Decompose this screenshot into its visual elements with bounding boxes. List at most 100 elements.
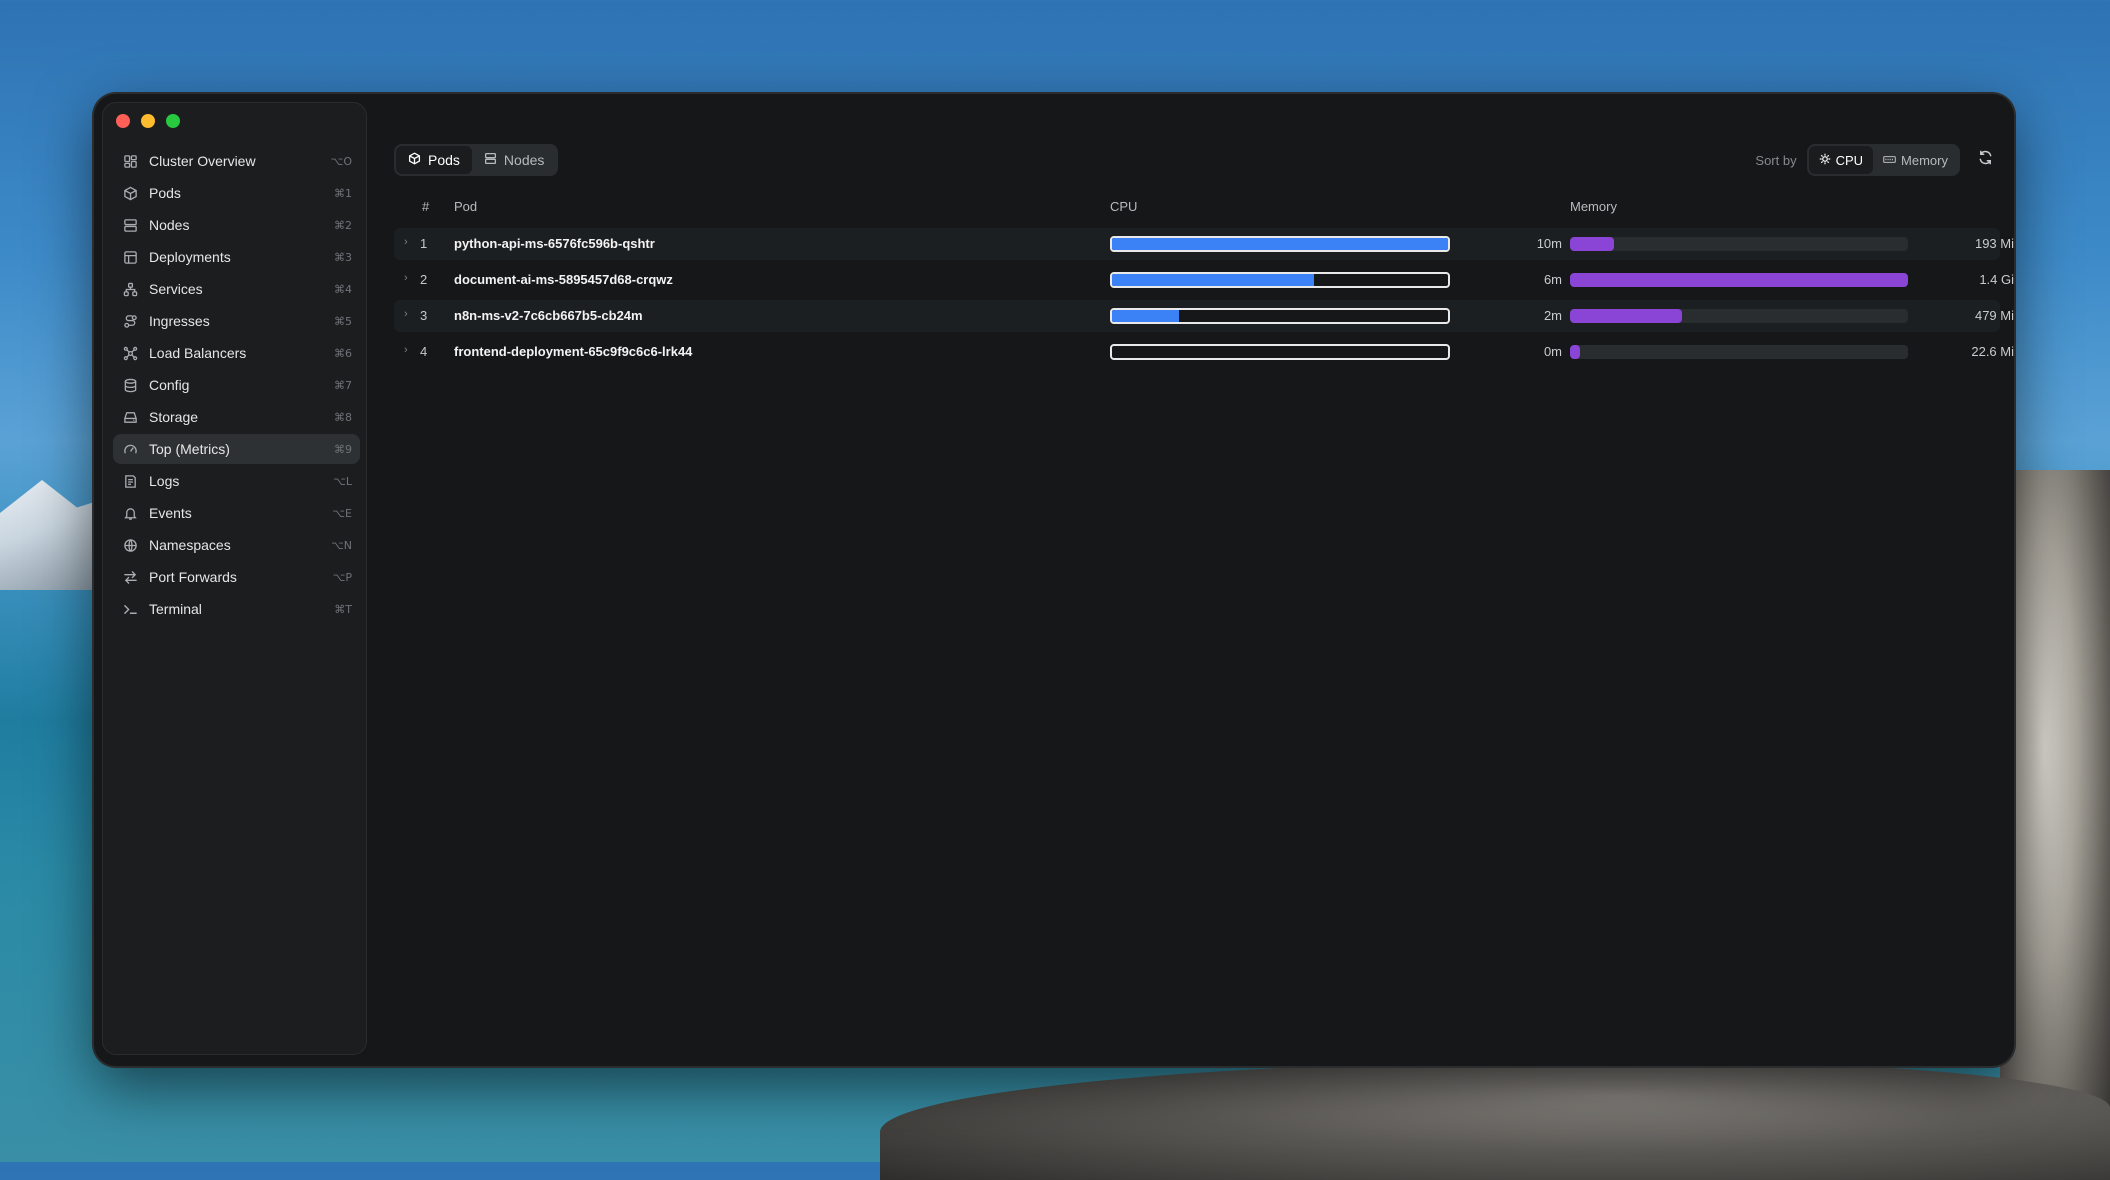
memory-value: 479 Mi: [1974, 308, 2014, 323]
shortcut-hint: ⌘5: [334, 314, 352, 328]
sidebar-item-label: Deployments: [149, 249, 231, 265]
app-window: Cluster Overview ⌥O Pods ⌘1 Nodes ⌘2 Deploymen…: [94, 94, 2014, 1066]
main-panel: Pods Nodes Sort by CPU Memory # Pod CPU …: [394, 144, 2014, 1066]
pod-table-body: › 1 python-api-ms-6576fc596b-qshtr 10m 193 M…: [394, 228, 2014, 372]
shortcut-hint: ⌘2: [334, 218, 352, 232]
memory-bar: [1570, 237, 1908, 251]
table-header: # Pod CPU Memory: [394, 192, 2000, 222]
sidebar-item-label: Pods: [149, 185, 181, 201]
sidebar-item-logs[interactable]: Logs ⌥L: [113, 466, 360, 496]
col-pod-header[interactable]: Pod: [454, 199, 477, 214]
sidebar-item-nodes[interactable]: Nodes ⌘2: [113, 210, 360, 240]
cube-icon: [408, 152, 421, 168]
chevron-right-icon[interactable]: ›: [404, 236, 408, 248]
sidebar-item-label: Nodes: [149, 217, 190, 233]
refresh-button[interactable]: [1970, 145, 2000, 175]
sidebar-item-label: Storage: [149, 409, 199, 425]
sidebar: Cluster Overview ⌥O Pods ⌘1 Nodes ⌘2 Deploymen…: [102, 102, 367, 1055]
chevron-right-icon[interactable]: ›: [404, 308, 408, 320]
server-icon: [121, 216, 139, 234]
shortcut-hint: ⌘3: [334, 250, 352, 264]
memory-bar-fill: [1570, 237, 1614, 251]
sort-toggle: CPU Memory: [1806, 144, 1960, 176]
pod-name: frontend-deployment-65c9f9c6c6-lrk44: [454, 344, 693, 359]
shortcut-hint: ⌥O: [330, 154, 352, 168]
row-number: 2: [420, 272, 428, 287]
cpu-bar-fill: [1112, 274, 1314, 286]
sidebar-item-events[interactable]: Events ⌥E: [113, 498, 360, 528]
nodes-tab[interactable]: Nodes: [472, 146, 556, 174]
sort-memory-label: Memory: [1901, 152, 1948, 168]
sidebar-item-label: Config: [149, 377, 190, 393]
cpu-bar-fill: [1112, 238, 1448, 250]
sidebar-item-terminal[interactable]: Terminal ⌘T: [113, 594, 360, 624]
sidebar-item-label: Logs: [149, 473, 180, 489]
sidebar-item-config[interactable]: Config ⌘7: [113, 370, 360, 400]
minimize-window-button[interactable]: [141, 114, 155, 128]
shortcut-hint: ⌘9: [334, 442, 352, 456]
sidebar-item-top-metrics[interactable]: Top (Metrics) ⌘9: [113, 434, 360, 464]
view-toggle: Pods Nodes: [394, 144, 559, 176]
pods-tab-label: Pods: [428, 152, 460, 168]
sidebar-item-port-forwards[interactable]: Port Forwards ⌥P: [113, 562, 360, 592]
table-row[interactable]: › 2 document-ai-ms-5895457d68-crqwz 6m 1.4 G…: [394, 264, 2014, 296]
server-icon: [484, 152, 497, 168]
layout-icon: [121, 248, 139, 266]
memory-bar-fill: [1570, 309, 1682, 323]
sidebar-item-label: Services: [149, 281, 203, 297]
sidebar-item-label: Load Balancers: [149, 345, 247, 361]
col-num-header: #: [422, 199, 430, 214]
col-cpu-header[interactable]: CPU: [1110, 199, 1137, 214]
table-row[interactable]: › 4 frontend-deployment-65c9f9c6c6-lrk44 0m…: [394, 336, 2014, 368]
shortcut-hint: ⌘T: [334, 602, 352, 616]
shortcut-hint: ⌘7: [334, 378, 352, 392]
pod-name: document-ai-ms-5895457d68-crqwz: [454, 272, 673, 287]
pods-tab[interactable]: Pods: [396, 146, 472, 174]
bell-icon: [121, 504, 139, 522]
scale-icon: [121, 344, 139, 362]
col-memory-header[interactable]: Memory: [1570, 199, 1617, 214]
sort-memory-button[interactable]: Memory: [1873, 146, 1958, 174]
cube-icon: [121, 184, 139, 202]
memory-value: 193 Mi: [1974, 236, 2014, 251]
shortcut-hint: ⌥N: [331, 538, 352, 552]
memory-bar: [1570, 273, 1908, 287]
chevron-right-icon[interactable]: ›: [404, 344, 408, 356]
row-number: 4: [420, 344, 428, 359]
zoom-window-button[interactable]: [166, 114, 180, 128]
sort-cpu-button[interactable]: CPU: [1808, 146, 1874, 174]
sidebar-item-load-balancers[interactable]: Load Balancers ⌘6: [113, 338, 360, 368]
sidebar-item-label: Ingresses: [149, 313, 210, 329]
sidebar-item-pods[interactable]: Pods ⌘1: [113, 178, 360, 208]
sidebar-item-ingresses[interactable]: Ingresses ⌘5: [113, 306, 360, 336]
shortcut-hint: ⌘1: [334, 186, 352, 200]
background-rocks: [2000, 470, 2110, 1170]
shortcut-hint: ⌘8: [334, 410, 352, 424]
network-icon: [121, 280, 139, 298]
sidebar-item-label: Cluster Overview: [149, 153, 256, 169]
background-rocks-bottom: [880, 1060, 2110, 1180]
globe-icon: [121, 536, 139, 554]
gauge-icon: [121, 440, 139, 458]
sidebar-item-storage[interactable]: Storage ⌘8: [113, 402, 360, 432]
pod-name: python-api-ms-6576fc596b-qshtr: [454, 236, 655, 251]
chevron-right-icon[interactable]: ›: [404, 272, 408, 284]
sidebar-item-deployments[interactable]: Deployments ⌘3: [113, 242, 360, 272]
window-controls: [116, 114, 180, 128]
cpu-icon: [1819, 153, 1831, 168]
sort-label: Sort by: [1755, 152, 1797, 168]
route-icon: [121, 312, 139, 330]
cpu-bar: [1110, 308, 1450, 324]
cpu-value: 6m: [1543, 272, 1562, 287]
cpu-bar-fill: [1112, 310, 1180, 322]
table-row[interactable]: › 3 n8n-ms-v2-7c6cb667b5-cb24m 2m 479 Mi: [394, 300, 2014, 332]
sidebar-item-services[interactable]: Services ⌘4: [113, 274, 360, 304]
terminal-icon: [121, 600, 139, 618]
sidebar-item-cluster-overview[interactable]: Cluster Overview ⌥O: [113, 146, 360, 176]
table-row[interactable]: › 1 python-api-ms-6576fc596b-qshtr 10m 193 M…: [394, 228, 2014, 260]
cpu-bar: [1110, 344, 1450, 360]
close-window-button[interactable]: [116, 114, 130, 128]
sidebar-item-label: Terminal: [149, 601, 202, 617]
sidebar-item-label: Port Forwards: [149, 569, 237, 585]
sidebar-item-namespaces[interactable]: Namespaces ⌥N: [113, 530, 360, 560]
